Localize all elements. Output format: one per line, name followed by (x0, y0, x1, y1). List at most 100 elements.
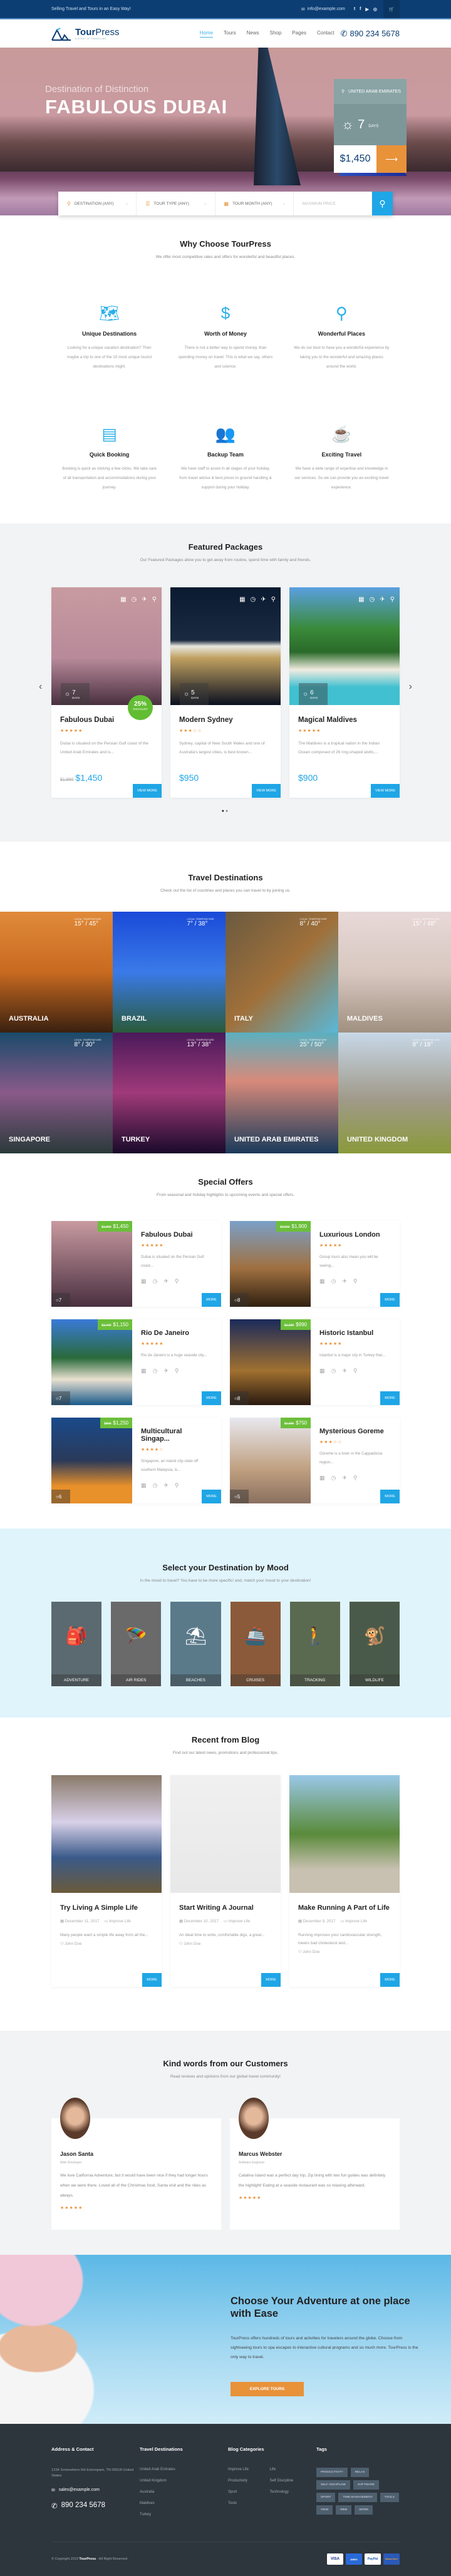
more-button[interactable]: MORE (202, 1391, 221, 1405)
more-button[interactable]: MORE (261, 1973, 281, 1987)
nav-home[interactable]: Home (199, 30, 214, 38)
max-price-input[interactable]: MAXIMUM PRICE (294, 192, 372, 215)
footer-destination-link[interactable]: Turkey (140, 2513, 223, 2517)
tag-link[interactable]: SELF DISCIPLINE (316, 2480, 350, 2490)
carousel-prev-button[interactable]: ‹ (39, 681, 42, 693)
logo[interactable]: TourPress A STORY OF TRAVELLING (51, 27, 200, 41)
blog-title[interactable]: Try Living A Simple Life (60, 1904, 153, 1912)
tag-link[interactable]: RELAX (350, 2468, 370, 2477)
footer-email-link[interactable]: ✉ sales@example.com (51, 2488, 135, 2493)
destination-tile[interactable]: LOCAL TEMPERATURE 7° / 38° BRAZIL (113, 912, 226, 1033)
topbar-email-link[interactable]: ✉ info@example.com (301, 7, 345, 12)
destination-tile[interactable]: LOCAL TEMPERATURE 8° / 40° ITALY (226, 912, 338, 1033)
mood-tile[interactable]: 🎒 ADVENTURE (51, 1602, 102, 1686)
footer-category-link[interactable]: Sport (228, 2490, 270, 2494)
blog-image[interactable] (170, 1775, 281, 1893)
package-title[interactable]: Fabulous Dubai (60, 716, 153, 724)
mood-tile[interactable]: 🐒 WILDLIFE (349, 1602, 400, 1686)
more-button[interactable]: MORE (202, 1490, 221, 1503)
instagram-icon[interactable]: ◎ (373, 7, 377, 12)
carousel-dot-2[interactable]: ● (226, 809, 229, 813)
destination-tile[interactable]: LOCAL TEMPERATURE 15° / 45° AUSTRALIA (0, 912, 113, 1033)
footer-destination-link[interactable]: United Kingdom (140, 2479, 223, 2483)
blog-category[interactable]: ▭ Improve Life (224, 1919, 250, 1924)
more-button[interactable]: MORE (380, 1490, 400, 1503)
nav-news[interactable]: News (247, 30, 259, 38)
offer-title[interactable]: Rio De Janeiro (141, 1329, 212, 1337)
offer-image[interactable]: $1,400 $1,150 ○ 7 (51, 1319, 132, 1405)
footer-category-link[interactable]: Technology (270, 2490, 312, 2494)
footer-category-link[interactable]: Improve Life (228, 2468, 270, 2471)
footer-category-link[interactable]: Life (270, 2468, 312, 2471)
footer-category-link[interactable]: Self Discipline (270, 2479, 312, 2483)
nav-pages[interactable]: Pages (292, 30, 306, 38)
destination-select[interactable]: ⚲ DESTINATION (ANY) ⌄ (58, 192, 137, 215)
package-image[interactable]: ▦ ◷ ✈ ⚲ ☼ 5 DAYS (170, 587, 281, 705)
package-image[interactable]: ▦ ◷ ✈ ⚲ ☼ 6 DAYS (289, 587, 400, 705)
blog-image[interactable] (51, 1775, 162, 1893)
footer-destination-link[interactable]: United Arab Emirates (140, 2468, 223, 2471)
tag-link[interactable]: TIME MANAGEMENT (338, 2493, 377, 2502)
mood-tile[interactable]: 🚢 CRUISES (230, 1602, 281, 1686)
tour-type-select[interactable]: ☰ TOUR TYPE (ANY) ⌄ (137, 192, 215, 215)
hero-card-arrow-button[interactable]: ⟶ (376, 145, 407, 173)
offer-title[interactable]: Luxurious London (319, 1231, 391, 1239)
offer-title[interactable]: Historic Istanbul (319, 1329, 391, 1337)
nav-tours[interactable]: Tours (224, 30, 236, 38)
destination-tile[interactable]: LOCAL TEMPERATURE 15° / 48° MALDIVES (338, 912, 451, 1033)
footer-category-link[interactable]: Productivity (228, 2479, 270, 2483)
view-more-button[interactable]: VIEW MORE (371, 784, 400, 798)
blog-title[interactable]: Make Running A Part of Life (298, 1904, 391, 1912)
facebook-icon[interactable]: f (360, 7, 361, 12)
offer-image[interactable]: $800 $1,250 ○ 6 (51, 1418, 132, 1503)
offer-image[interactable]: $1,960 $1,450 ○ 7 (51, 1221, 132, 1307)
tag-link[interactable]: WORK (355, 2505, 373, 2515)
footer-phone[interactable]: ✆ 890 234 5678 (51, 2501, 135, 2510)
package-title[interactable]: Modern Sydney (179, 716, 272, 724)
tag-link[interactable]: VIEW (316, 2505, 333, 2515)
tag-link[interactable]: SPORT (316, 2493, 336, 2502)
blog-category[interactable]: ▭ Improve Life (341, 1919, 367, 1924)
mood-tile[interactable]: 🪂 AIR RIDES (111, 1602, 162, 1686)
offer-title[interactable]: Mysterious Goreme (319, 1428, 391, 1435)
offer-title[interactable]: Fabulous Dubai (141, 1231, 212, 1239)
offer-title[interactable]: Multicultural Singap... (141, 1428, 212, 1443)
package-image[interactable]: ▦ ◷ ✈ ⚲ ☼ 7 DAYS 25% DISCOUNT (51, 587, 162, 720)
footer-category-link[interactable]: Tools (228, 2501, 270, 2505)
nav-shop[interactable]: Shop (270, 30, 282, 38)
twitter-icon[interactable]: t (354, 7, 355, 12)
nav-contact[interactable]: Contact (317, 30, 334, 38)
tag-link[interactable]: TOOLS (380, 2493, 399, 2502)
blog-category[interactable]: ▭ Improve Life (105, 1919, 131, 1924)
mood-tile[interactable]: 🚶 TRACKING (289, 1602, 340, 1686)
youtube-icon[interactable]: ▶ (366, 7, 369, 12)
search-button[interactable]: ⚲ (372, 192, 393, 215)
cart-icon[interactable]: 🛒 (383, 0, 400, 18)
more-button[interactable]: MORE (380, 1391, 400, 1405)
mood-tile[interactable]: ⛱ BEACHES (170, 1602, 221, 1686)
offer-image[interactable]: $1,200 $990 ○ 8 (230, 1319, 311, 1405)
footer-destination-link[interactable]: Australia (140, 2490, 223, 2494)
destination-tile[interactable]: LOCAL TEMPERATURE 8° / 30° SINGAPORE (0, 1033, 113, 1153)
view-more-button[interactable]: VIEW MORE (252, 784, 281, 798)
tour-month-select[interactable]: ▦ TOUR MONTH (ANY) ⌄ (215, 192, 294, 215)
more-button[interactable]: MORE (142, 1973, 162, 1987)
more-button[interactable]: MORE (380, 1293, 400, 1307)
view-more-button[interactable]: VIEW MORE (133, 784, 162, 798)
package-title[interactable]: Magical Maldives (298, 716, 391, 724)
explore-tours-button[interactable]: EXPLORE TOURS (231, 2382, 304, 2396)
blog-image[interactable] (289, 1775, 400, 1893)
tag-link[interactable]: SOFTWARE (353, 2480, 380, 2490)
destination-tile[interactable]: LOCAL TEMPERATURE 8° / 18° UNITED KINGDOM (338, 1033, 451, 1153)
offer-image[interactable]: $1,000 $750 ○ 5 (230, 1418, 311, 1503)
tag-link[interactable]: PRODUCTIVITY (316, 2468, 348, 2477)
carousel-next-button[interactable]: › (409, 681, 412, 693)
more-button[interactable]: MORE (202, 1293, 221, 1307)
more-button[interactable]: MORE (380, 1973, 400, 1987)
destination-tile[interactable]: LOCAL TEMPERATURE 13° / 38° TURKEY (113, 1033, 226, 1153)
blog-title[interactable]: Start Writing A Journal (179, 1904, 272, 1912)
footer-destination-link[interactable]: Maldives (140, 2501, 223, 2505)
offer-image[interactable]: $2,600 $1,900 ○ 8 (230, 1221, 311, 1307)
destination-tile[interactable]: LOCAL TEMPERATURE 25° / 50° UNITED ARAB EM… (226, 1033, 338, 1153)
header-phone[interactable]: ✆ 890 234 5678 (341, 29, 400, 39)
